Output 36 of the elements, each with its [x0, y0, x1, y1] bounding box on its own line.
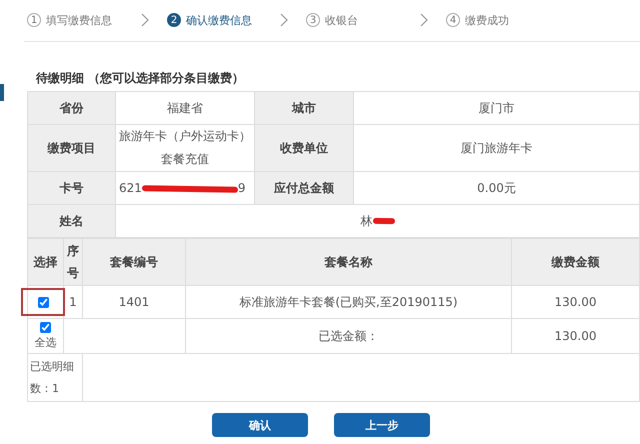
field-label: 省份 — [28, 92, 116, 124]
chevron-icon — [141, 13, 149, 27]
table-cell: 1401 — [82, 286, 186, 318]
field-value: 621 9 — [116, 172, 254, 204]
field-label: 应付总金额 — [254, 172, 354, 204]
field-label: 姓名 — [28, 204, 116, 238]
field-value: 福建省 — [116, 92, 254, 124]
column-header: 缴费金额 — [512, 238, 640, 286]
selected-count: 已选明细数：1 — [30, 360, 74, 394]
field-label: 城市 — [254, 92, 354, 124]
field-value: 旅游年卡（户外运动卡）套餐充值 — [116, 124, 254, 172]
column-header: 套餐名称 — [186, 238, 512, 286]
select-all-checkbox[interactable] — [40, 322, 51, 333]
field-value: 0.00元 — [354, 172, 640, 204]
column-header: 序号 — [64, 238, 82, 286]
side-marker — [0, 84, 4, 101]
field-value: 厦门市 — [354, 92, 640, 124]
total-amount: 130.00 — [512, 318, 640, 354]
field-value: 林 — [116, 204, 640, 238]
section-title: 待缴明细 （您可以选择部分条目缴费） — [36, 71, 246, 85]
chevron-icon — [280, 13, 288, 27]
select-all-label: 全选 — [34, 335, 56, 350]
chevron-icon — [420, 13, 428, 27]
table-cell: 130.00 — [512, 286, 640, 318]
field-value: 厦门旅游年卡 — [354, 124, 640, 172]
field-label: 卡号 — [28, 172, 116, 204]
field-label: 收费单位 — [254, 124, 354, 172]
field-label: 缴费项目 — [28, 124, 116, 172]
total-label: 已选金额： — [186, 318, 512, 354]
confirm-button[interactable]: 确认 — [212, 413, 308, 437]
column-header: 套餐编号 — [82, 238, 186, 286]
table-cell: 标准旅游年卡套餐(已购买,至20190115) — [186, 286, 512, 318]
table-cell: 1 — [64, 286, 82, 318]
back-button[interactable]: 上一步 — [334, 413, 430, 437]
row-checkbox[interactable] — [38, 296, 48, 308]
column-header: 选择 — [28, 238, 64, 286]
